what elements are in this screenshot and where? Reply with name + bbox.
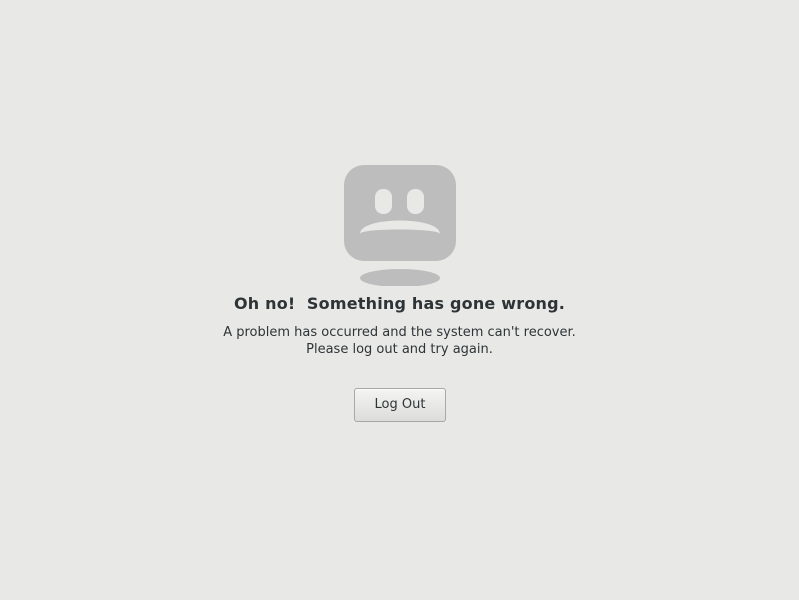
error-title: Oh no! Something has gone wrong. [233,294,566,313]
error-message: A problem has occurred and the system ca… [0,324,799,358]
log-out-button[interactable]: Log Out [354,388,446,422]
error-message-line-2: Please log out and try again. [306,342,493,357]
error-message-line-1: A problem has occurred and the system ca… [223,325,576,340]
error-screen: Oh no! Something has gone wrong. A probl… [0,0,799,600]
sad-face-monitor-icon [343,164,457,286]
